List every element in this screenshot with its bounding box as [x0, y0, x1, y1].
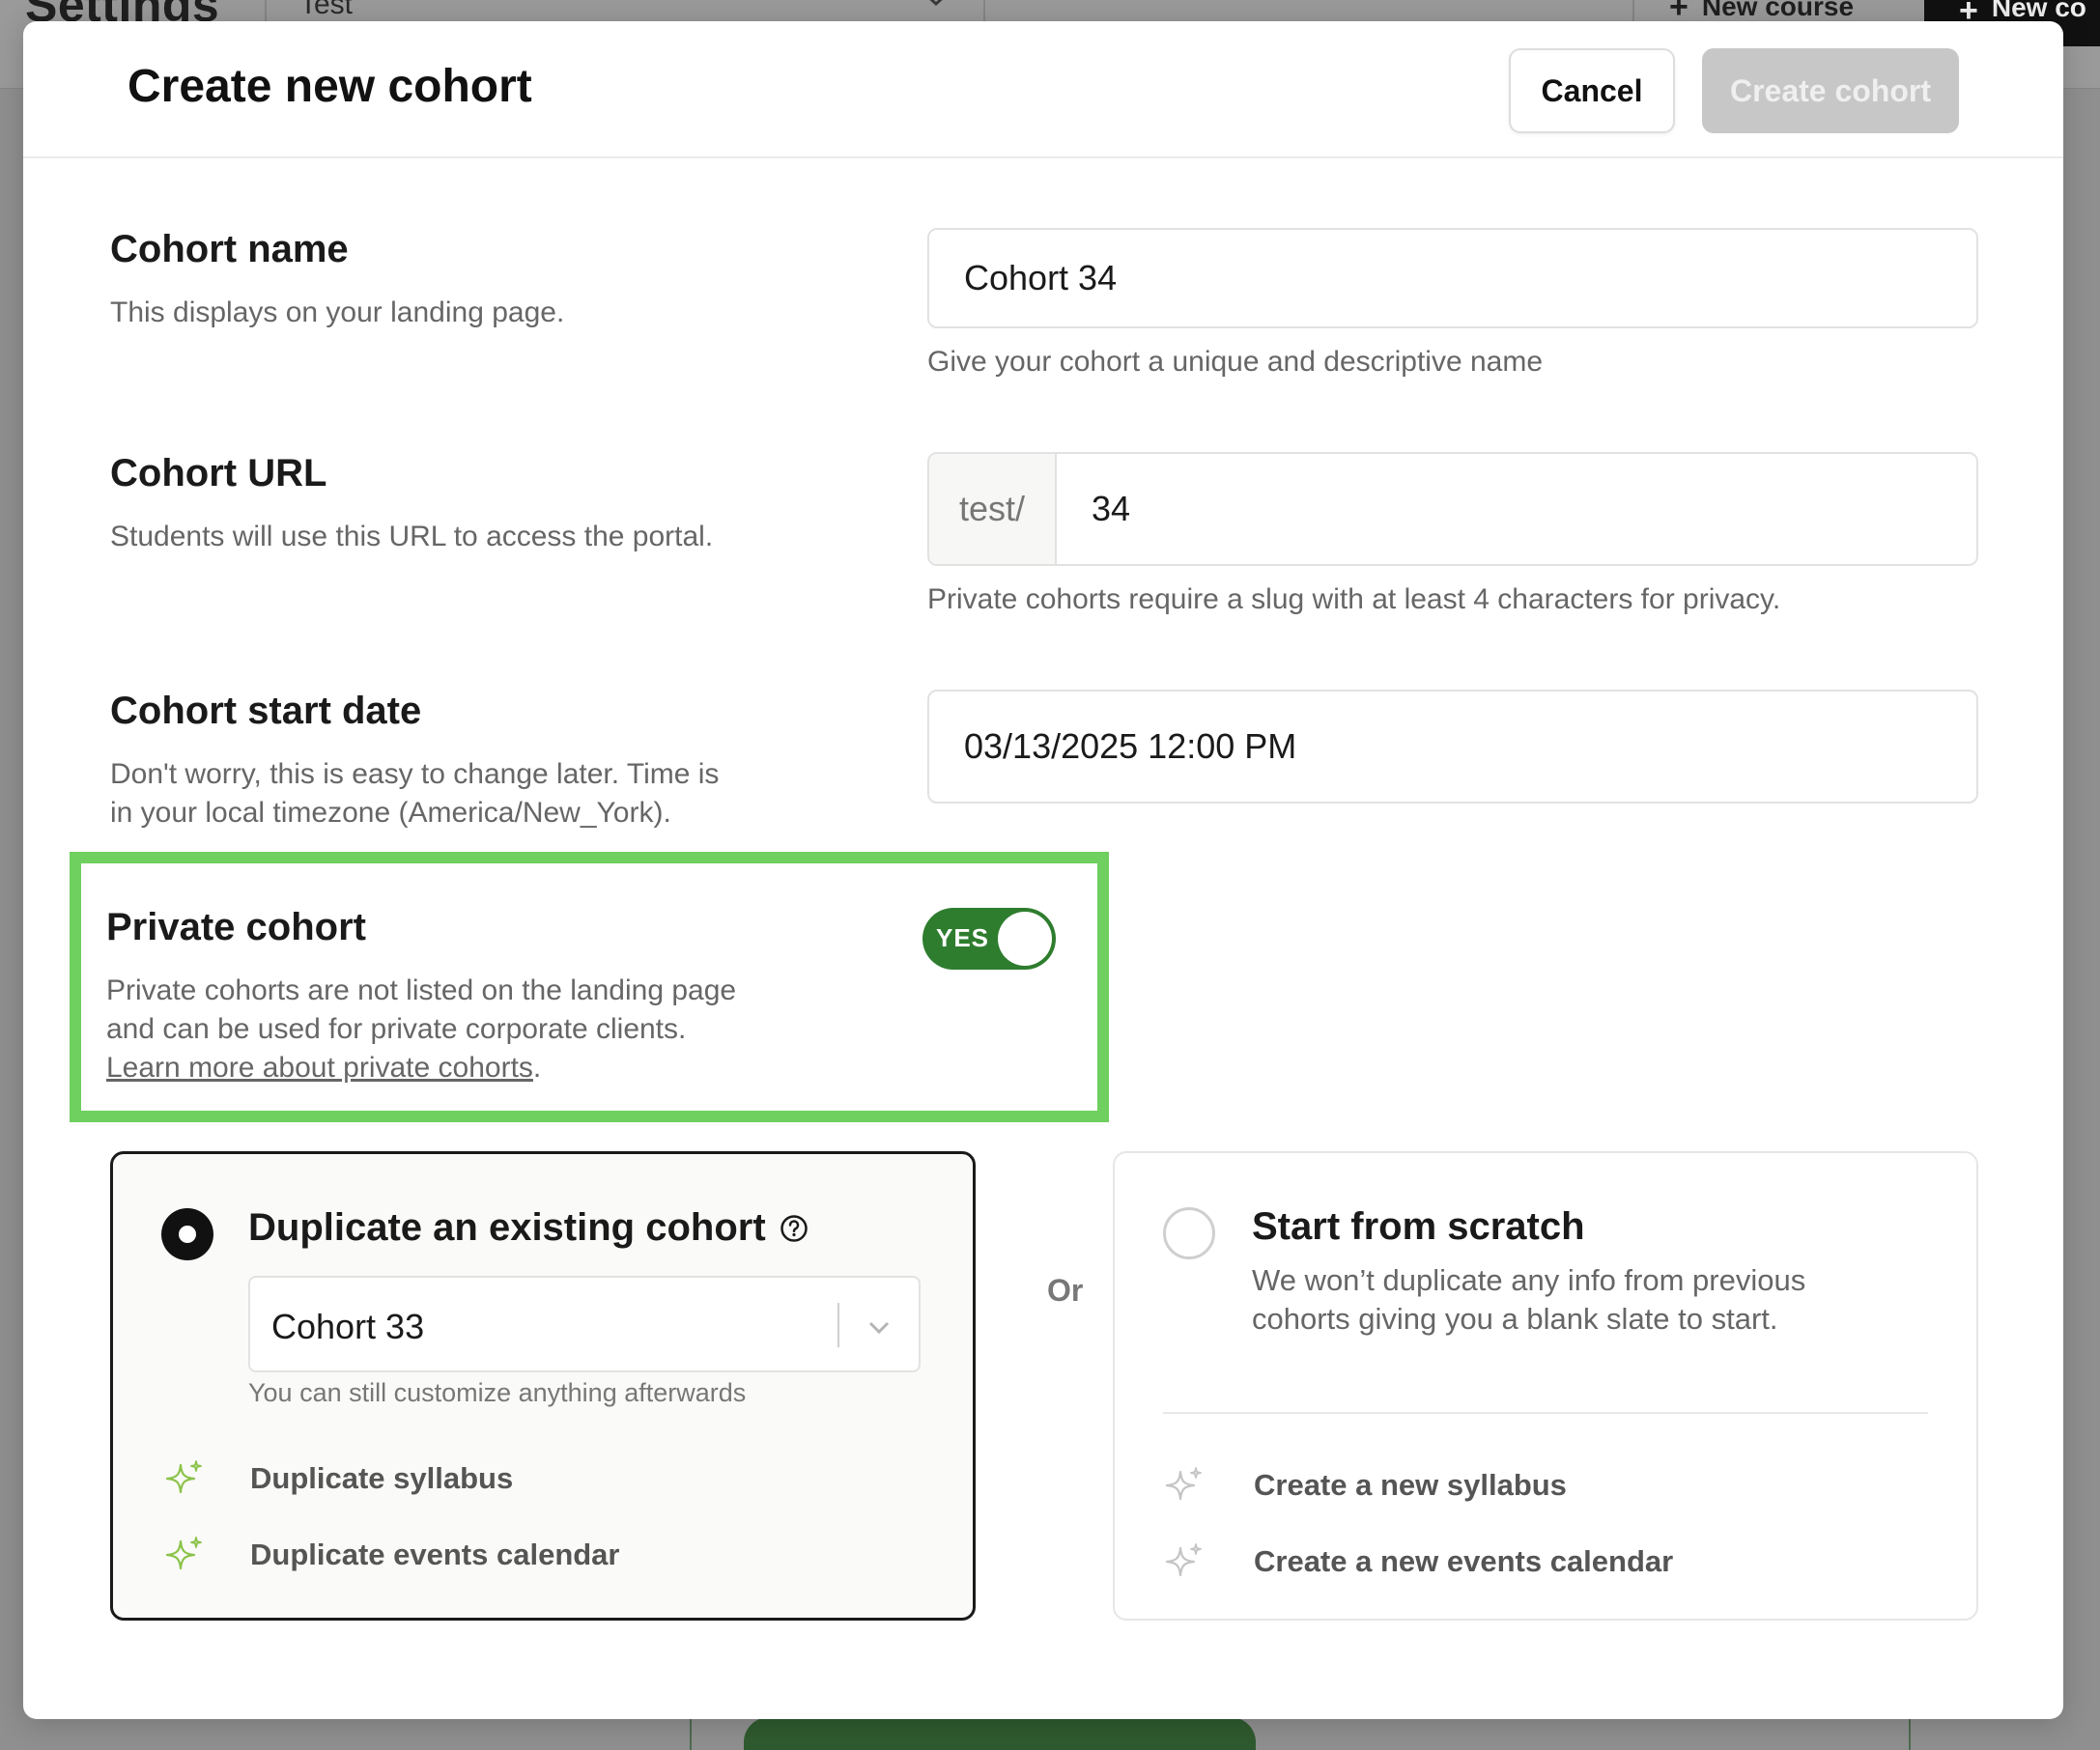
private-cohort-section: Private cohort Private cohorts are not l… — [70, 852, 1109, 1122]
background-divider — [690, 1717, 692, 1750]
private-cohort-link-line: Learn more about private cohorts. — [106, 1049, 821, 1087]
learn-more-link[interactable]: Learn more about private cohorts — [106, 1052, 533, 1084]
feature-new-events: Create a new events calendar — [1163, 1540, 1673, 1583]
link-suffix: . — [532, 1052, 542, 1084]
help-circle-icon[interactable] — [780, 1214, 809, 1243]
chevron-down-icon — [929, 0, 943, 7]
duplicate-title-text: Duplicate an existing cohort — [248, 1206, 766, 1249]
create-cohort-modal: Create new cohort Cancel Create cohort C… — [23, 21, 2063, 1719]
cancel-button[interactable]: Cancel — [1509, 48, 1675, 133]
or-separator: Or — [1047, 1273, 1084, 1308]
sparkle-icon — [1165, 1467, 1202, 1501]
cohort-url-description: Students will use this URL to access the… — [110, 521, 714, 552]
toggle-knob — [998, 912, 1052, 966]
sparkle-icon — [165, 1537, 202, 1570]
background-new-cohort-label: New co — [1991, 0, 2086, 22]
toggle-label: YES — [936, 923, 990, 952]
scratch-radio[interactable] — [1163, 1207, 1215, 1259]
cohort-url-hint: Private cohorts require a slug with at l… — [927, 583, 1781, 615]
private-cohort-description-line: and can be used for private corporate cl… — [106, 1013, 687, 1045]
duplicate-radio[interactable] — [161, 1208, 213, 1260]
background-course-select: Test — [299, 0, 354, 20]
private-cohort-description: Private cohorts are not listed on the la… — [106, 972, 821, 1087]
cohort-url-field: test/ — [927, 452, 1978, 566]
cohort-name-input[interactable] — [927, 228, 1978, 328]
start-from-scratch-card[interactable]: Start from scratch We won’t duplicate an… — [1113, 1151, 1978, 1621]
background-divider — [1632, 0, 1634, 21]
private-cohort-label: Private cohort — [106, 906, 366, 948]
source-cohort-value: Cohort 33 — [271, 1307, 425, 1346]
private-cohort-description-line: Private cohorts are not listed on the la… — [106, 974, 737, 1006]
modal-title: Create new cohort — [128, 61, 532, 112]
cohort-name-description: This displays on your landing page. — [110, 296, 565, 328]
cohort-url-input[interactable] — [1057, 454, 1976, 564]
feature-label: Duplicate events calendar — [250, 1538, 620, 1571]
feature-label: Create a new syllabus — [1254, 1468, 1567, 1502]
background-new-course-button: + New course — [1669, 0, 1855, 25]
start-date-description: Don't worry, this is easy to change late… — [110, 755, 719, 833]
scratch-description: We won’t duplicate any info from previou… — [1252, 1261, 1928, 1339]
url-prefix: test/ — [929, 454, 1057, 564]
cohort-name-hint: Give your cohort a unique and descriptiv… — [927, 346, 1544, 378]
scratch-description-line: We won’t duplicate any info from previou… — [1252, 1263, 1806, 1297]
background-divider — [265, 0, 267, 21]
cohort-url-label: Cohort URL — [110, 452, 327, 494]
create-cohort-button[interactable]: Create cohort — [1702, 48, 1959, 133]
background-new-course-label: New course — [1701, 0, 1855, 21]
source-cohort-select[interactable]: Cohort 33 — [248, 1276, 921, 1372]
cohort-name-label: Cohort name — [110, 228, 349, 270]
start-date-input[interactable] — [927, 690, 1978, 804]
private-cohort-toggle[interactable]: YES — [922, 908, 1056, 970]
start-date-description-line: in your local timezone (America/New_York… — [110, 797, 671, 829]
start-date-description-line: Don't worry, this is easy to change late… — [110, 758, 720, 790]
duplicate-card-title: Duplicate an existing cohort — [248, 1206, 809, 1250]
sparkle-icon — [1165, 1543, 1202, 1577]
card-divider — [1163, 1412, 1928, 1414]
select-separator — [837, 1303, 839, 1347]
duplicate-cohort-card[interactable]: Duplicate an existing cohort Cohort 33 Y… — [110, 1151, 976, 1621]
scratch-description-line: cohorts giving you a blank slate to star… — [1252, 1302, 1778, 1336]
modal-header: Create new cohort Cancel Create cohort — [23, 21, 2063, 158]
feature-duplicate-events: Duplicate events calendar — [163, 1534, 620, 1576]
start-date-label: Cohort start date — [110, 690, 422, 732]
chevron-down-icon[interactable] — [865, 1312, 894, 1341]
background-green-button — [744, 1717, 1256, 1750]
scratch-card-title: Start from scratch — [1252, 1205, 1585, 1248]
background-divider — [1909, 1717, 1911, 1750]
duplicate-hint: You can still customize anything afterwa… — [248, 1378, 747, 1407]
background-divider — [983, 0, 985, 21]
feature-label: Create a new events calendar — [1254, 1544, 1674, 1578]
feature-duplicate-syllabus: Duplicate syllabus — [163, 1457, 513, 1500]
sparkle-icon — [165, 1460, 202, 1494]
feature-new-syllabus: Create a new syllabus — [1163, 1464, 1567, 1507]
feature-label: Duplicate syllabus — [250, 1461, 514, 1495]
